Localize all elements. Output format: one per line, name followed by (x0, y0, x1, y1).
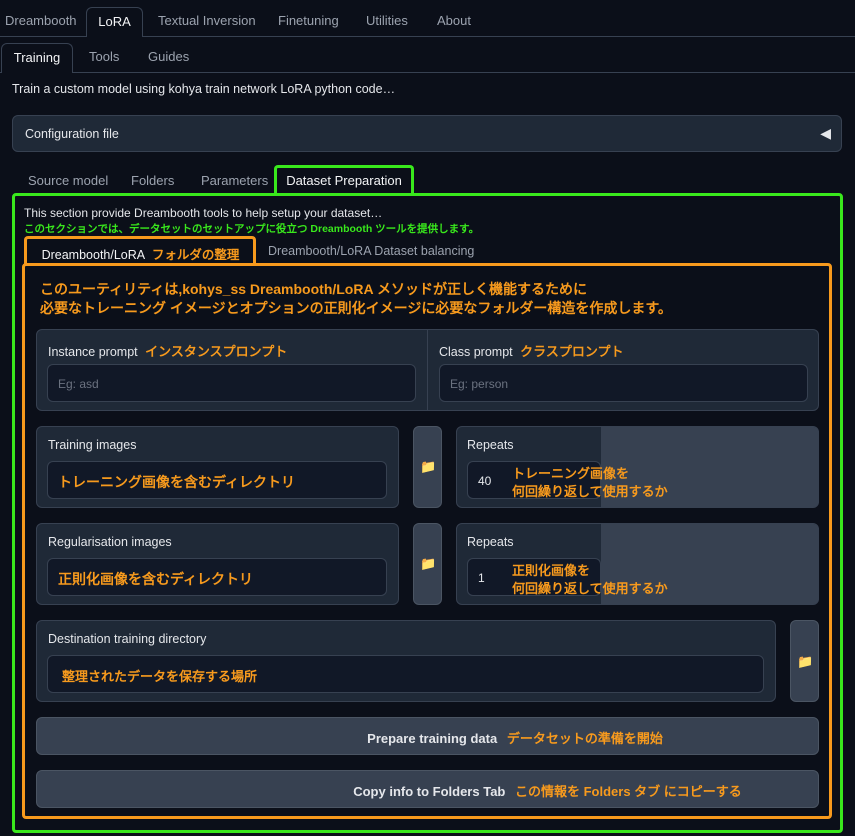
folder-icon: 📁 (420, 459, 437, 474)
reg-images-input[interactable]: 正則化画像を含むディレクトリ (47, 558, 387, 596)
collapse-toggle-icon[interactable]: ◀ (820, 125, 831, 142)
tab-about[interactable]: About (437, 13, 471, 28)
class-prompt-placeholder: Eg: person (450, 377, 509, 391)
reg-repeats-value: 1 (478, 571, 485, 585)
instance-prompt-placeholder: Eg: asd (58, 377, 99, 391)
instance-prompt-label: Instance prompt インスタンスプロンプト (48, 344, 288, 359)
config-label: Configuration file (25, 127, 119, 141)
training-repeats-value: 40 (478, 474, 492, 488)
instance-prompt-input[interactable]: Eg: asd (47, 364, 416, 402)
reg-images-label: Regularisation images (48, 535, 172, 549)
folder-icon: 📁 (797, 654, 814, 669)
highlight-dataset-tab (274, 165, 414, 195)
copy-info-label: Copy info to Folders Tab (353, 784, 506, 799)
training-images-value: トレーニング画像を含むディレクトリ (58, 474, 296, 490)
class-prompt-input[interactable]: Eg: person (439, 364, 808, 402)
tab-training[interactable]: Training (1, 43, 73, 73)
folder-icon: 📁 (420, 556, 437, 571)
reg-repeats-note-line1: 正則化画像を (512, 563, 591, 578)
copy-info-label-jp: この情報を Folders タブ にコピーする (514, 784, 742, 799)
tab-finetuning[interactable]: Finetuning (278, 13, 339, 28)
destination-label: Destination training directory (48, 632, 207, 646)
destination-folder-button[interactable]: 📁 (790, 620, 819, 702)
reg-images-folder-button[interactable]: 📁 (413, 523, 442, 605)
copy-info-to-folders-button[interactable]: Copy info to Folders Tab この情報を Folders タ… (36, 770, 819, 808)
tab-parameters[interactable]: Parameters (201, 173, 268, 188)
tab-folders[interactable]: Folders (131, 173, 174, 188)
utility-description-line2: 必要なトレーニング イメージとオプションの正則化イメージに必要なフォルダー構造を… (40, 300, 672, 316)
training-repeats-label: Repeats (467, 438, 514, 452)
tab-tools[interactable]: Tools (89, 49, 119, 64)
highlight-inner-tab (24, 236, 256, 266)
tab-source-model[interactable]: Source model (28, 173, 108, 188)
prepare-training-data-button[interactable]: Prepare training data データセットの準備を開始 (36, 717, 819, 755)
training-images-label: Training images (48, 438, 137, 452)
reg-images-value: 正則化画像を含むディレクトリ (58, 571, 254, 587)
tab-textual-inversion[interactable]: Textual Inversion (158, 13, 256, 28)
destination-input[interactable]: 整理されたデータを保存する場所 (47, 655, 764, 693)
page-description: Train a custom model using kohya train n… (12, 82, 396, 96)
section-intro: This section provide Dreambooth tools to… (24, 206, 383, 220)
reg-repeats-note-line2: 何回繰り返して使用するか (512, 581, 668, 596)
tab-dataset-balancing[interactable]: Dreambooth/LoRA Dataset balancing (268, 244, 474, 258)
prepare-training-data-label: Prepare training data (367, 731, 498, 746)
config-accordion[interactable]: Configuration file ◀ (12, 115, 842, 152)
section-intro-jp: このセクションでは、データセットのセットアップに役立つ Dreambooth ツ… (24, 223, 480, 235)
tab-guides[interactable]: Guides (148, 49, 189, 64)
reg-repeats-label: Repeats (467, 535, 514, 549)
prepare-training-data-label-jp: データセットの準備を開始 (506, 731, 663, 746)
tab-lora[interactable]: LoRA (86, 7, 143, 37)
destination-value: 整理されたデータを保存する場所 (62, 669, 258, 684)
tab-dreambooth[interactable]: Dreambooth (5, 13, 77, 28)
training-repeats-note-line1: トレーニング画像を (512, 466, 630, 481)
training-repeats-note-line2: 何回繰り返して使用するか (512, 484, 668, 499)
training-images-folder-button[interactable]: 📁 (413, 426, 442, 508)
training-images-input[interactable]: トレーニング画像を含むディレクトリ (47, 461, 387, 499)
tab-utilities[interactable]: Utilities (366, 13, 408, 28)
utility-description-line1: このユーティリティは,kohys_ss Dreambooth/LoRA メソッド… (40, 281, 587, 297)
class-prompt-label: Class prompt クラスプロンプト (439, 344, 624, 359)
